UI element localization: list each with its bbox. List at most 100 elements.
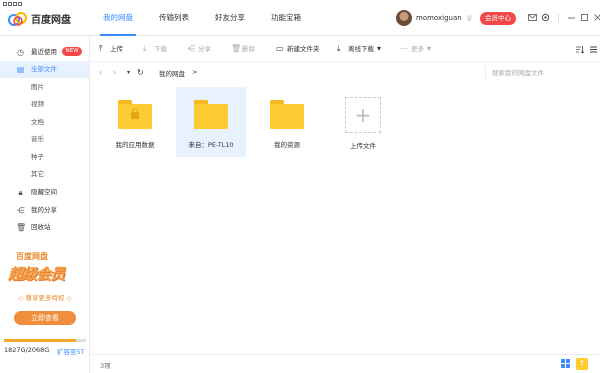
file-icon: ▤ bbox=[16, 65, 25, 74]
sidebar-item-label: 回收站 bbox=[31, 223, 51, 231]
delete-label: 删除 bbox=[242, 45, 255, 53]
promo-subtitle: ◇ 尊享更多特权 ◇ bbox=[18, 294, 72, 302]
close-icon[interactable] bbox=[593, 13, 600, 22]
vip-center-button[interactable]: 会员中心 bbox=[480, 12, 516, 25]
expand-storage-link[interactable]: 扩容至5T bbox=[57, 346, 85, 356]
sidebar-item-label: 音乐 bbox=[31, 135, 44, 143]
transfer-icon[interactable]: ↑ bbox=[576, 358, 588, 370]
sidebar-item-videos[interactable]: 视频 bbox=[0, 96, 89, 113]
upload-file-tile[interactable]: + bbox=[345, 97, 381, 133]
folder-icon bbox=[270, 100, 304, 129]
sidebar-item-hidden-space[interactable]: 🔒︎ 隐藏空间 bbox=[0, 184, 89, 201]
breadcrumb-separator: > bbox=[192, 68, 198, 76]
new-folder-label: 新建文件夹 bbox=[287, 45, 320, 53]
avatar[interactable] bbox=[396, 10, 412, 26]
more-button[interactable]: ⋯ 更多 ▾ bbox=[400, 36, 435, 62]
sidebar-item-torrents[interactable]: 种子 bbox=[0, 149, 89, 166]
history-dropdown-icon[interactable]: ▾ bbox=[127, 68, 130, 78]
new-badge: NEW bbox=[62, 47, 82, 56]
sidebar-item-label: 图片 bbox=[31, 83, 44, 91]
offline-download-icon: ⤓ bbox=[337, 44, 341, 53]
username[interactable]: momoxiguan bbox=[416, 14, 462, 22]
storage-usage-bar bbox=[4, 339, 86, 342]
lock-icon: 🔒︎ bbox=[18, 188, 23, 197]
list-view-icon[interactable] bbox=[589, 45, 598, 54]
tab-my-disk[interactable]: 我的网盘 bbox=[96, 0, 140, 36]
share-label: 分享 bbox=[198, 45, 211, 53]
share-button[interactable]: ⋲ 分享 bbox=[187, 36, 211, 62]
sidebar-item-recycle-bin[interactable]: 🗑︎ 回收站 bbox=[0, 219, 89, 236]
menu-dot-icon[interactable] bbox=[18, 2, 22, 6]
sidebar-item-label: 其它 bbox=[31, 170, 44, 178]
sidebar-item-my-shares[interactable]: ⋲ 我的分享 bbox=[0, 202, 89, 219]
storage-usage-text: 1827G/2068G bbox=[4, 346, 50, 354]
sidebar-item-documents[interactable]: 文档 bbox=[0, 114, 89, 131]
menu-dot-icon[interactable] bbox=[3, 2, 7, 6]
folder-item[interactable]: 我的资源 bbox=[252, 87, 322, 157]
window-menu-icons[interactable] bbox=[3, 2, 22, 6]
promo-headline: 超级会员 bbox=[8, 265, 65, 283]
sidebar-item-label: 最近使用 bbox=[31, 48, 57, 56]
user-info[interactable]: momoxiguan ♛ bbox=[396, 10, 474, 26]
sort-icon[interactable] bbox=[575, 45, 584, 54]
sidebar-item-all-files[interactable]: ▤ 全部文件 bbox=[0, 61, 89, 78]
trash-icon: 🗑︎ bbox=[16, 223, 27, 232]
search-box bbox=[485, 65, 598, 81]
trash-icon: 🗑︎ bbox=[231, 44, 242, 53]
tab-toolbox[interactable]: 功能宝箱 bbox=[264, 0, 308, 36]
offline-download-label: 离线下载 bbox=[348, 45, 374, 53]
upload-file-label: 上传文件 bbox=[350, 142, 376, 150]
chevron-down-icon: ▾ bbox=[427, 44, 432, 53]
search-input[interactable] bbox=[492, 68, 596, 78]
chevron-down-icon: ▾ bbox=[377, 44, 382, 53]
tab-transfer-list[interactable]: 传输列表 bbox=[152, 0, 196, 36]
folder-item[interactable]: 来自：PE-TL10 bbox=[176, 87, 246, 157]
title-icons: | bbox=[528, 13, 600, 22]
forward-arrow-icon[interactable]: › bbox=[113, 68, 116, 78]
breadcrumb[interactable]: 我的网盘 bbox=[159, 68, 185, 78]
download-button[interactable]: ⤓ 下载 bbox=[143, 36, 167, 62]
back-arrow-icon[interactable]: ‹ bbox=[99, 68, 102, 78]
refresh-icon[interactable]: ↻ bbox=[137, 68, 144, 78]
sidebar-item-music[interactable]: 音乐 bbox=[0, 131, 89, 148]
status-bar: 3项 ↑ bbox=[91, 354, 600, 373]
folder-name: 我的资源 bbox=[274, 141, 300, 149]
grid-view-icon[interactable] bbox=[561, 359, 571, 369]
menu-dot-icon[interactable] bbox=[8, 2, 12, 6]
settings-gear-icon[interactable] bbox=[541, 13, 550, 22]
promo-view-button[interactable]: 立即查看 bbox=[14, 311, 76, 325]
top-navigation: 我的网盘 传输列表 好友分享 功能宝箱 bbox=[96, 0, 320, 36]
tab-friend-share[interactable]: 好友分享 bbox=[208, 0, 252, 36]
new-folder-button[interactable]: ▭ 新建文件夹 bbox=[276, 36, 320, 62]
upload-button[interactable]: ⤒ 上传 bbox=[99, 36, 123, 62]
sidebar-item-images[interactable]: 图片 bbox=[0, 79, 89, 96]
maximize-icon[interactable] bbox=[580, 13, 589, 22]
sidebar-item-label: 全部文件 bbox=[31, 65, 57, 73]
upload-icon: ⤒ bbox=[99, 44, 103, 53]
sidebar-item-label: 种子 bbox=[31, 153, 44, 161]
app-name: 百度网盘 bbox=[31, 15, 71, 26]
share-icon: ⋲ bbox=[16, 206, 25, 215]
minimize-icon[interactable] bbox=[567, 13, 576, 22]
folder-icon bbox=[194, 100, 228, 129]
vertical-divider-icon: | bbox=[557, 13, 560, 22]
offline-download-button[interactable]: ⤓ 离线下载 ▾ bbox=[337, 36, 385, 62]
more-label: 更多 bbox=[411, 45, 424, 53]
toolbar: ⤒ 上传 ⤓ 下载 ⋲ 分享 🗑︎ 删除 ▭ 新建文件夹 ⤓ 离线下载 ▾ ⋯ … bbox=[91, 36, 600, 62]
download-label: 下载 bbox=[154, 45, 167, 53]
sidebar-item-other[interactable]: 其它 bbox=[0, 166, 89, 183]
share-icon: ⋲ bbox=[187, 44, 195, 53]
path-bar: ‹ › ▾ ↻ 我的网盘 > bbox=[91, 62, 600, 84]
menu-dot-icon[interactable] bbox=[13, 2, 17, 6]
delete-button[interactable]: 🗑︎ 删除 bbox=[231, 36, 255, 62]
mail-icon[interactable] bbox=[528, 13, 537, 22]
folder-item[interactable]: 我的应用数据 bbox=[100, 87, 170, 157]
locked-folder-icon bbox=[118, 100, 152, 129]
app-logo: 百度网盘 bbox=[8, 11, 71, 26]
download-icon: ⤓ bbox=[143, 44, 147, 53]
more-dots-icon: ⋯ bbox=[400, 44, 408, 53]
new-folder-icon: ▭ bbox=[276, 44, 284, 53]
sidebar-item-label: 视频 bbox=[31, 100, 44, 108]
sidebar-item-label: 文档 bbox=[31, 118, 44, 126]
baidu-cloud-logo-icon bbox=[8, 11, 27, 26]
